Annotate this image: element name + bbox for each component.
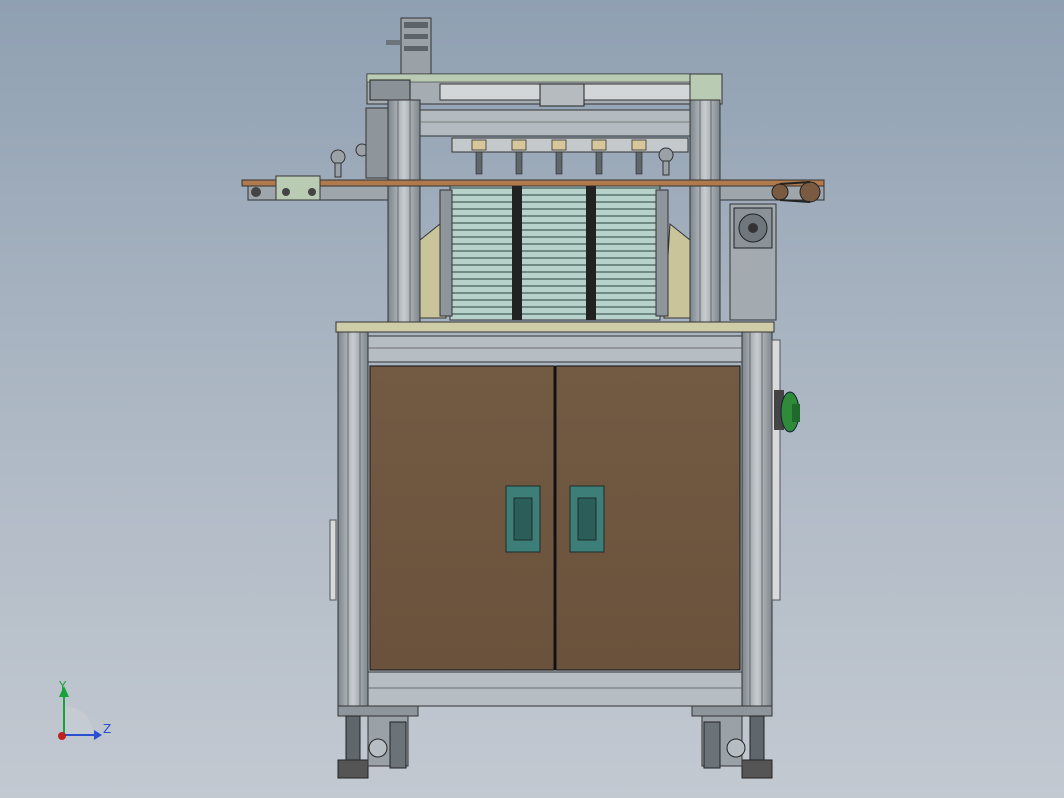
top-servo-motor	[386, 17, 432, 75]
door-handle-left[interactable]	[505, 485, 541, 553]
caster-left	[337, 705, 419, 779]
door-handle-right[interactable]	[569, 485, 605, 553]
y-axis-label: Y	[58, 679, 67, 693]
upper-frame-left-post	[387, 99, 421, 323]
emergency-stop-button[interactable]	[774, 390, 800, 433]
right-side-panel	[771, 339, 781, 601]
z-axis-label: Z	[103, 722, 111, 736]
plate-stack	[439, 185, 669, 321]
cad-viewport[interactable]: Y Z	[0, 0, 1064, 798]
tabletop	[335, 321, 775, 333]
left-side-panel	[329, 519, 337, 601]
caster-right	[691, 705, 773, 779]
upper-cross-member	[419, 109, 691, 137]
gripper-bar	[451, 137, 689, 175]
right-motor-box	[729, 203, 777, 321]
x-axis-dot	[58, 732, 66, 740]
machine-drawing: Y Z	[58, 17, 825, 779]
upper-frame-right-post	[689, 99, 721, 323]
coordinate-triad: Y Z	[58, 679, 111, 740]
left-drive-motor	[365, 107, 389, 179]
